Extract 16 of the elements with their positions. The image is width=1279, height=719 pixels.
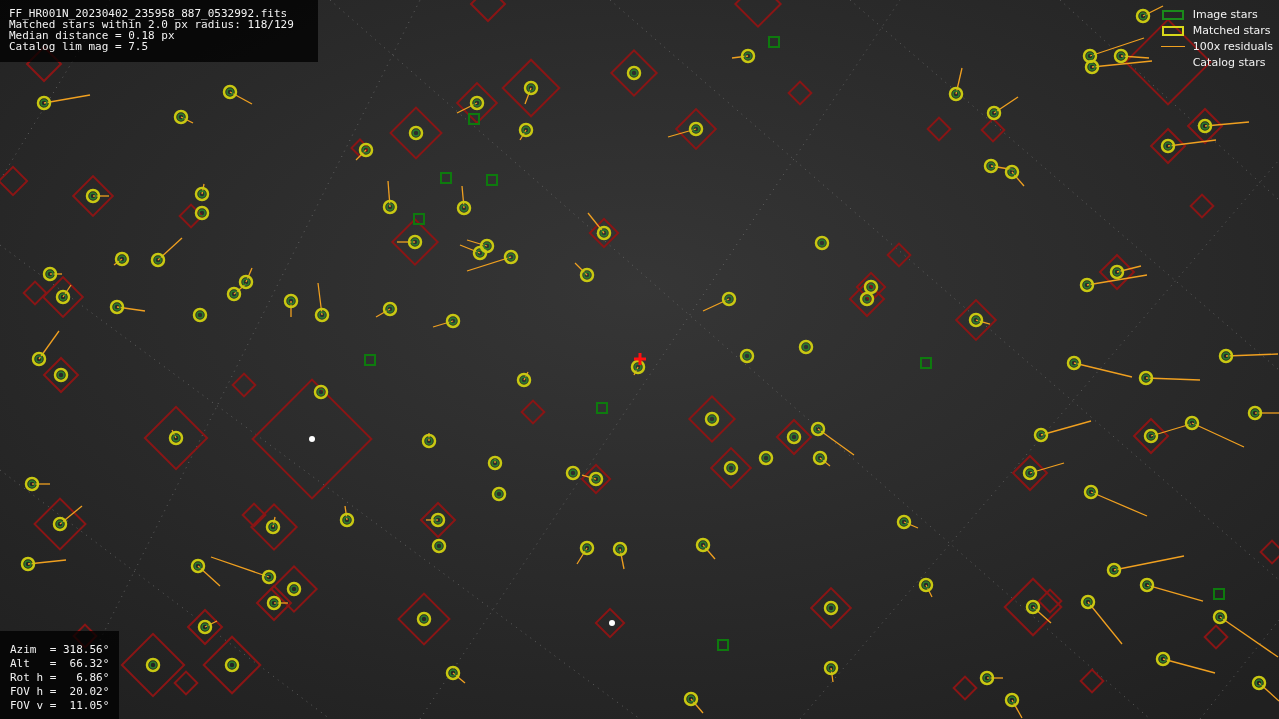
legend-label: 100x residuals [1192, 40, 1273, 53]
pointing-text: FOV v = 11.05° [10, 699, 110, 713]
pointing-text: FOV h = 20.02° [10, 685, 110, 699]
info-text: FF_HR001N_20230402_235958_887_0532992.fits [9, 8, 289, 19]
legend-line-icon [1160, 46, 1185, 47]
info-text: Catalog lim mag = 7.5 [9, 41, 150, 52]
pointing-text: Alt = 66.32° [10, 657, 110, 671]
pointing-text: Azim = 318.56° [10, 643, 110, 657]
legend-swatch-icon [1161, 9, 1184, 20]
legend-label: Image stars [1192, 8, 1258, 21]
legend-label: Matched stars [1192, 24, 1271, 37]
legend-swatch-icon [1161, 25, 1184, 36]
info-text: Median distance = 0.18 px [9, 30, 175, 41]
legend-label: Catalog stars [1192, 56, 1266, 69]
info-text: Matched stars within 2.0 px radius: 118/129 [9, 19, 295, 30]
pointing-text: Rot h = 6.86° [10, 671, 110, 685]
